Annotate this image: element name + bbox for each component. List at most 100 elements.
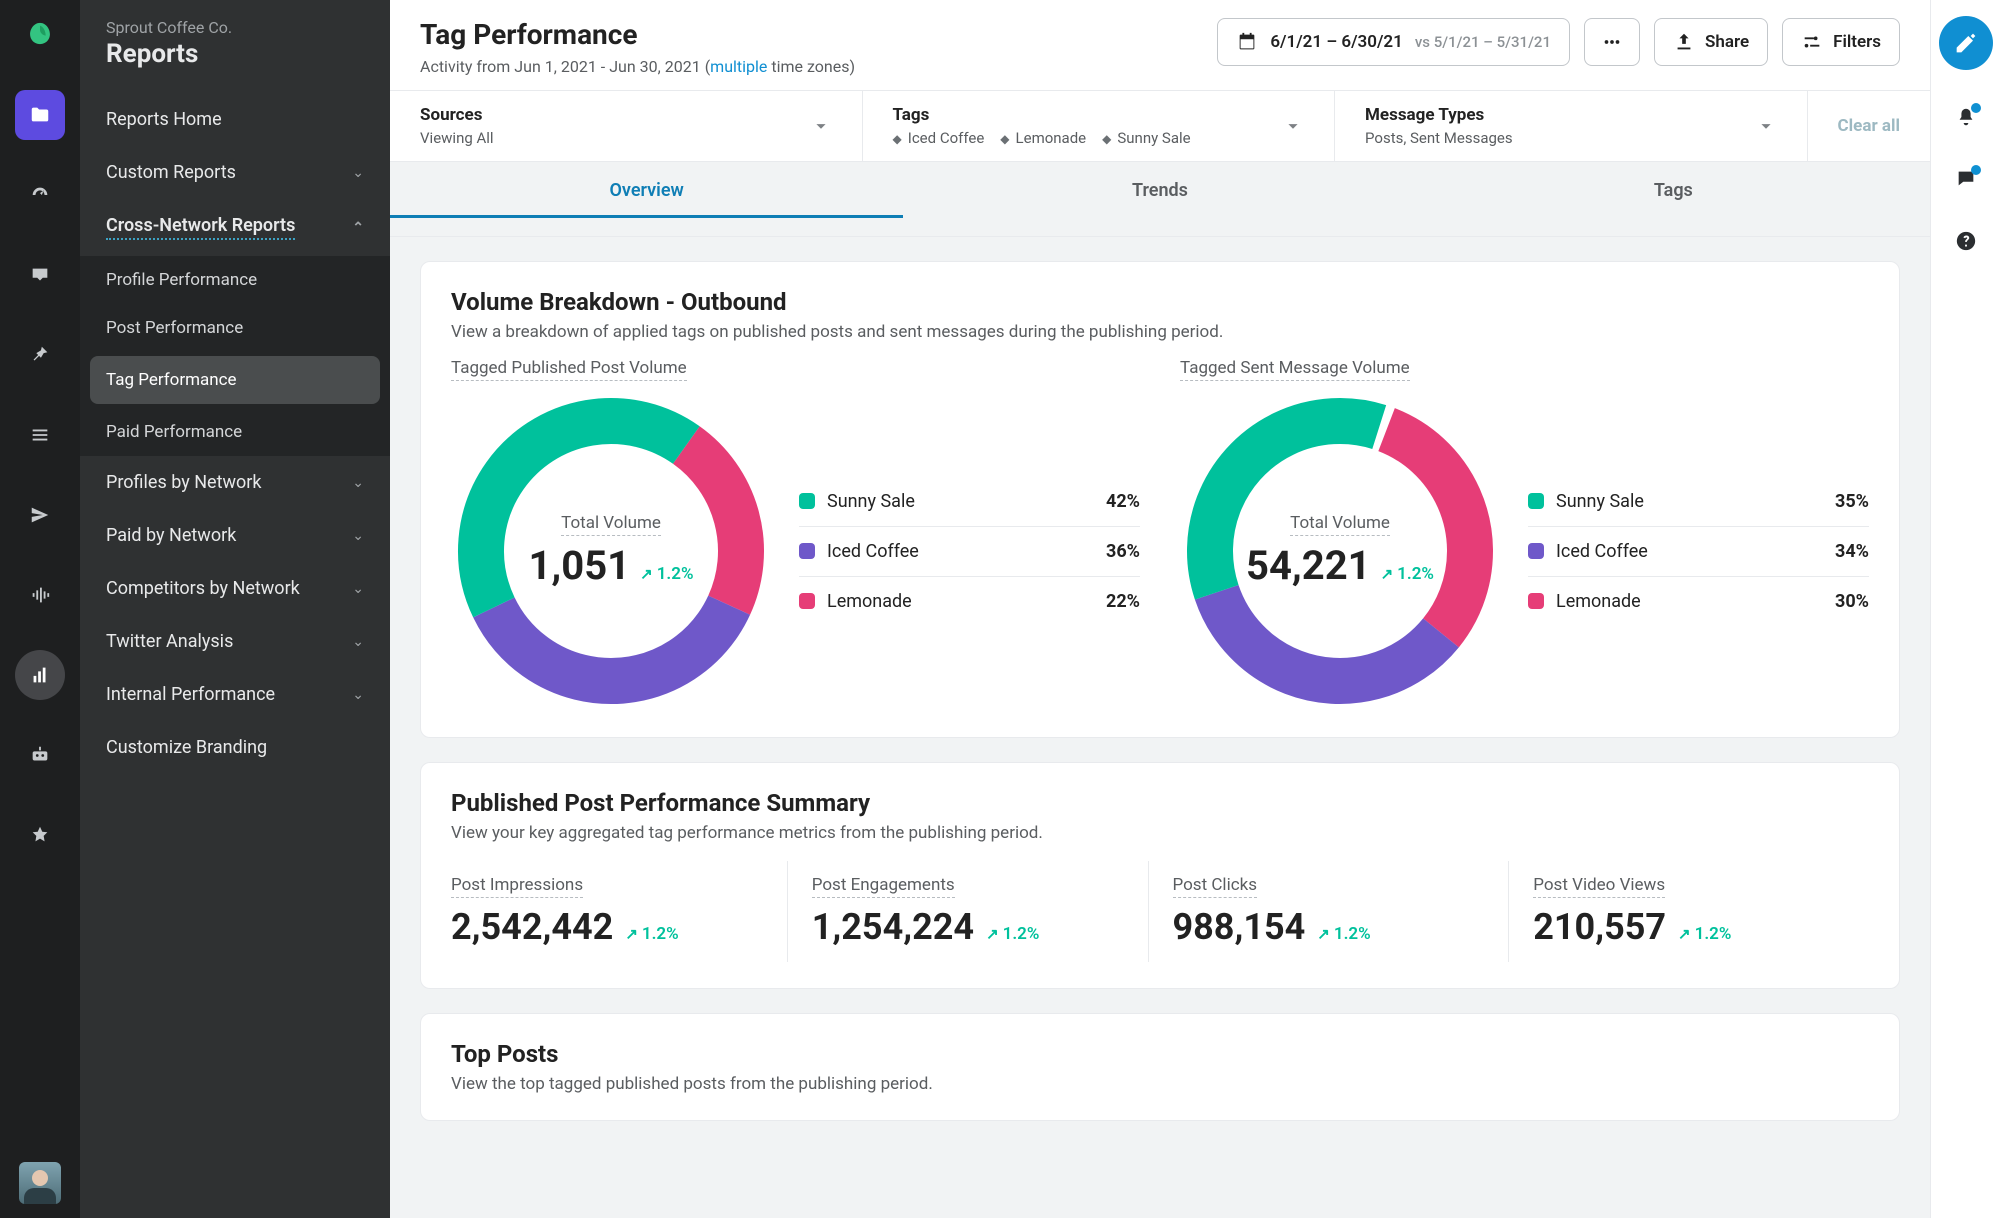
top-posts-title: Top Posts bbox=[451, 1040, 1869, 1068]
page-subtitle: Activity from Jun 1, 2021 - Jun 30, 2021… bbox=[420, 57, 855, 76]
legend-row: Lemonade30% bbox=[1528, 577, 1869, 626]
nav-audio-icon[interactable] bbox=[15, 570, 65, 620]
date-range-value: 6/1/21 – 6/30/21 bbox=[1270, 32, 1403, 52]
trend-value: 1.2% bbox=[625, 924, 678, 944]
sidebar: Sprout Coffee Co. Reports Reports HomeCu… bbox=[80, 0, 390, 1218]
content: Volume Breakdown - Outbound View a break… bbox=[390, 237, 1930, 1218]
trend-value: 1.2% bbox=[1381, 564, 1434, 584]
sidebar-item-8[interactable]: Customize Branding bbox=[80, 721, 390, 774]
donut-chart: Tagged Sent Message VolumeTotal Volume54… bbox=[1180, 358, 1869, 711]
volume-desc: View a breakdown of applied tags on publ… bbox=[451, 322, 1869, 342]
nav-reports-icon[interactable] bbox=[15, 650, 65, 700]
nav-list-icon[interactable] bbox=[15, 410, 65, 460]
tag-chip: Sunny Sale bbox=[1102, 129, 1190, 147]
nav-pin-icon[interactable] bbox=[15, 330, 65, 380]
volume-card: Volume Breakdown - Outbound View a break… bbox=[420, 261, 1900, 738]
tabs: OverviewTrendsTags bbox=[390, 162, 1930, 237]
metric-value: 2,542,442 bbox=[451, 906, 613, 948]
tab-trends[interactable]: Trends bbox=[903, 162, 1416, 236]
ellipsis-icon bbox=[1601, 31, 1623, 53]
share-button[interactable]: Share bbox=[1654, 18, 1768, 66]
sliders-icon bbox=[1801, 31, 1823, 53]
donut-chart: Tagged Published Post VolumeTotal Volume… bbox=[451, 358, 1140, 711]
top-posts-desc: View the top tagged published posts from… bbox=[451, 1074, 1869, 1094]
icon-rail bbox=[0, 0, 80, 1218]
timezone-link[interactable]: multiple bbox=[710, 57, 767, 76]
sidebar-item-4[interactable]: Paid by Network⌄ bbox=[80, 509, 390, 562]
calendar-icon bbox=[1236, 31, 1258, 53]
legend-row: Iced Coffee34% bbox=[1528, 527, 1869, 577]
volume-title: Volume Breakdown - Outbound bbox=[451, 288, 1869, 316]
tab-tags[interactable]: Tags bbox=[1417, 162, 1930, 236]
total-value: 1,051 bbox=[528, 542, 630, 589]
chat-icon[interactable] bbox=[1955, 168, 1977, 194]
compose-icon bbox=[1952, 29, 1980, 57]
sidebar-item-5[interactable]: Competitors by Network⌄ bbox=[80, 562, 390, 615]
filters-button[interactable]: Filters bbox=[1782, 18, 1900, 66]
summary-desc: View your key aggregated tag performance… bbox=[451, 823, 1869, 843]
tab-overview[interactable]: Overview bbox=[390, 162, 903, 236]
metric-value: 1,254,224 bbox=[812, 906, 974, 948]
notification-dot bbox=[1971, 103, 1981, 113]
filter-message-types[interactable]: Message Types Posts, Sent Messages bbox=[1335, 91, 1808, 161]
sidebar-item-6[interactable]: Twitter Analysis⌄ bbox=[80, 615, 390, 668]
section-title: Reports bbox=[106, 39, 364, 69]
metric-value: 988,154 bbox=[1173, 906, 1306, 948]
chevron-down-icon bbox=[810, 115, 832, 137]
main: Tag Performance Activity from Jun 1, 202… bbox=[390, 0, 1930, 1218]
sprout-logo[interactable] bbox=[17, 14, 63, 60]
trend-value: 1.2% bbox=[1317, 924, 1370, 944]
clear-all-button[interactable]: Clear all bbox=[1808, 91, 1930, 161]
legend-row: Sunny Sale35% bbox=[1528, 477, 1869, 527]
user-avatar[interactable] bbox=[19, 1162, 61, 1204]
sidebar-sub-2-3[interactable]: Paid Performance bbox=[80, 408, 390, 456]
share-icon bbox=[1673, 31, 1695, 53]
tag-chip: Iced Coffee bbox=[893, 129, 985, 147]
total-value: 54,221 bbox=[1246, 542, 1371, 589]
metric-cell: Post Engagements1,254,2241.2% bbox=[788, 861, 1149, 962]
compose-button[interactable] bbox=[1939, 16, 1993, 70]
sidebar-sub-2-2[interactable]: Tag Performance bbox=[90, 356, 380, 404]
metric-cell: Post Impressions2,542,4421.2% bbox=[451, 861, 788, 962]
topbar: Tag Performance Activity from Jun 1, 202… bbox=[390, 0, 1930, 91]
tag-chip: Lemonade bbox=[1000, 129, 1086, 147]
notifications-icon[interactable] bbox=[1955, 106, 1977, 132]
summary-card: Published Post Performance Summary View … bbox=[420, 762, 1900, 989]
trend-value: 1.2% bbox=[1678, 924, 1731, 944]
chevron-down-icon bbox=[1282, 115, 1304, 137]
summary-title: Published Post Performance Summary bbox=[451, 789, 1869, 817]
nav-gauge-icon[interactable] bbox=[15, 170, 65, 220]
trend-value: 1.2% bbox=[640, 564, 693, 584]
date-range-picker[interactable]: 6/1/21 – 6/30/21 vs 5/1/21 – 5/31/21 bbox=[1217, 18, 1570, 66]
compare-range: vs 5/1/21 – 5/31/21 bbox=[1415, 33, 1551, 51]
sidebar-item-0[interactable]: Reports Home bbox=[80, 93, 390, 146]
sidebar-item-7[interactable]: Internal Performance⌄ bbox=[80, 668, 390, 721]
sidebar-sub-2-0[interactable]: Profile Performance bbox=[80, 256, 390, 304]
nav-inbox-icon[interactable] bbox=[15, 250, 65, 300]
nav-folder-icon[interactable] bbox=[15, 90, 65, 140]
sidebar-sub-2-1[interactable]: Post Performance bbox=[80, 304, 390, 352]
legend-row: Iced Coffee36% bbox=[799, 527, 1140, 577]
sidebar-item-1[interactable]: Custom Reports⌄ bbox=[80, 146, 390, 199]
chevron-down-icon bbox=[1755, 115, 1777, 137]
nav-star-icon[interactable] bbox=[15, 810, 65, 860]
top-posts-card: Top Posts View the top tagged published … bbox=[420, 1013, 1900, 1121]
filter-tags[interactable]: Tags Iced CoffeeLemonadeSunny Sale bbox=[863, 91, 1336, 161]
filter-sources[interactable]: Sources Viewing All bbox=[390, 91, 863, 161]
trend-value: 1.2% bbox=[986, 924, 1039, 944]
filter-row: Sources Viewing All Tags Iced CoffeeLemo… bbox=[390, 91, 1930, 162]
company-name: Sprout Coffee Co. bbox=[106, 18, 364, 37]
nav-bot-icon[interactable] bbox=[15, 730, 65, 780]
page-title: Tag Performance bbox=[420, 18, 855, 51]
metric-cell: Post Video Views210,5571.2% bbox=[1509, 861, 1869, 962]
metric-cell: Post Clicks988,1541.2% bbox=[1149, 861, 1510, 962]
help-icon[interactable] bbox=[1955, 230, 1977, 256]
nav-send-icon[interactable] bbox=[15, 490, 65, 540]
sidebar-item-3[interactable]: Profiles by Network⌄ bbox=[80, 456, 390, 509]
metric-value: 210,557 bbox=[1533, 906, 1666, 948]
more-button[interactable] bbox=[1584, 18, 1640, 66]
sidebar-item-2[interactable]: Cross-Network Reports⌃ bbox=[80, 199, 390, 256]
notification-dot bbox=[1971, 165, 1981, 175]
legend-row: Lemonade22% bbox=[799, 577, 1140, 626]
legend-row: Sunny Sale42% bbox=[799, 477, 1140, 527]
